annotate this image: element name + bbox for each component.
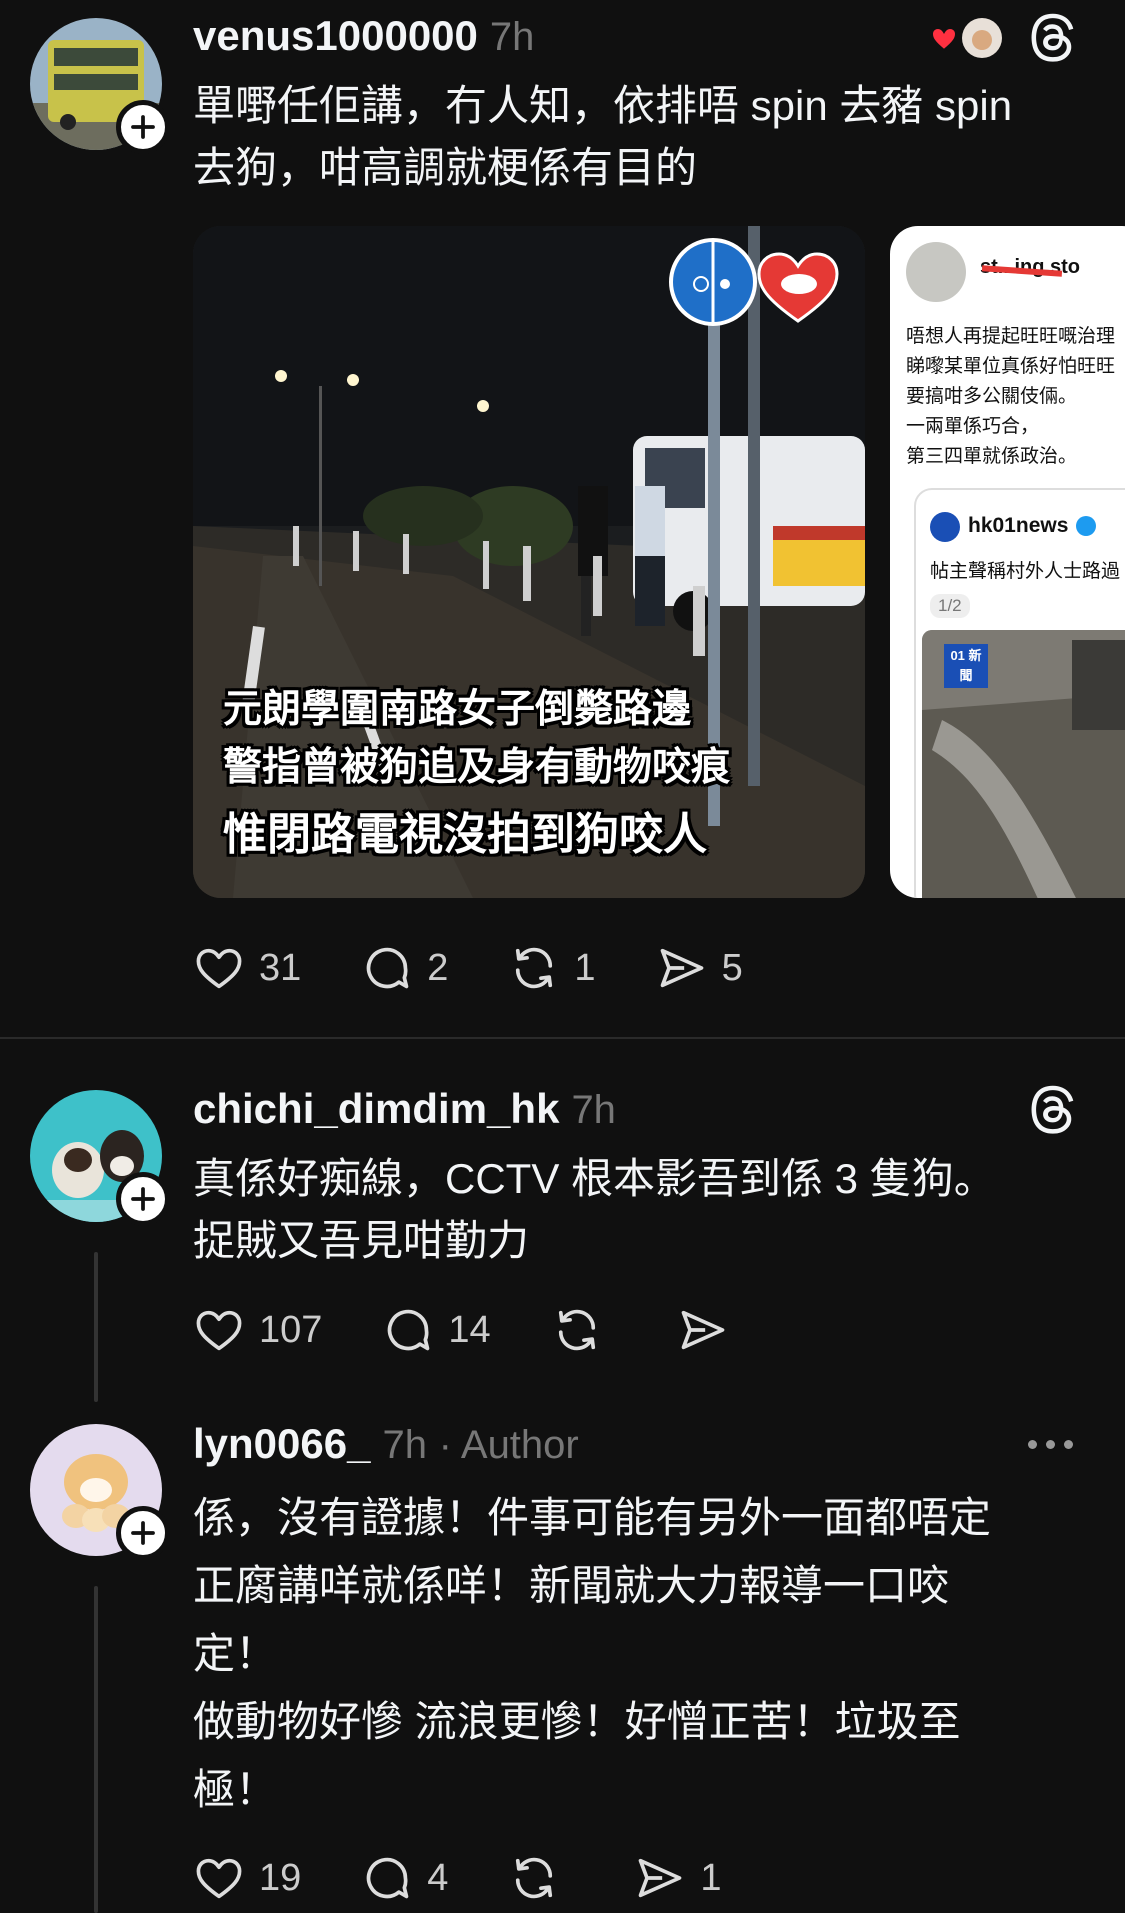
post-time: 7h <box>571 1088 616 1132</box>
heart-icon <box>193 1304 245 1356</box>
quoted-text: 帖主聲稱村外人士路過 <box>930 561 1121 582</box>
repost-button[interactable]: 1 <box>508 942 596 994</box>
repost-button[interactable] <box>508 1852 574 1904</box>
comment-icon <box>361 942 413 994</box>
card-line-2: 睇嚟某單位真係好怕旺旺 <box>906 356 1116 377</box>
post-lyn0066: lyn0066_ 7h · Author 係，沒有證據！件事可能有另外一面都唔定 … <box>0 1410 1125 1913</box>
post-actions: 19 4 1 <box>193 1848 782 1908</box>
reply-button[interactable]: 14 <box>382 1304 491 1356</box>
post-image-news[interactable]: 元朗學圍南路女子倒斃路邊 警指曾被狗追及身有動物咬痕 惟閉路電視沒拍到狗咬人 <box>193 226 865 898</box>
image-caption-line-1: 元朗學圍南路女子倒斃路邊 <box>223 688 692 731</box>
repost-icon <box>508 942 560 994</box>
reply-count: 4 <box>427 1856 449 1899</box>
image-caption-line-3: 惟閉路電視沒拍到狗咬人 <box>223 810 707 859</box>
post-chichi: chichi_dimdim_hk 7h 真係好痴線，CCTV 根本影吾到係 3 隻… <box>0 1040 1125 1410</box>
post-image-screenshot[interactable]: st...ing.sto 唔想人再提起旺旺嘅治理 睇嚟某單位真係好怕旺旺 要搞咁… <box>890 226 1125 898</box>
threads-logo-icon[interactable] <box>1025 10 1081 66</box>
follow-plus-icon[interactable] <box>116 1506 170 1560</box>
heart-icon <box>193 942 245 994</box>
share-icon <box>634 1852 686 1904</box>
reply-button[interactable]: 2 <box>361 942 448 994</box>
quoted-name: hk01news <box>968 514 1069 537</box>
post-actions: 107 14 <box>193 1300 803 1360</box>
share-button[interactable]: 5 <box>656 942 743 994</box>
share-button[interactable]: 1 <box>634 1852 722 1904</box>
post-time: 7h <box>489 15 535 59</box>
username[interactable]: lyn0066_ <box>193 1420 370 1467</box>
comment-icon <box>382 1304 434 1356</box>
reply-count: 14 <box>448 1308 491 1351</box>
like-count: 31 <box>259 946 302 989</box>
card-line-1: 唔想人再提起旺旺嘅治理 <box>906 326 1116 347</box>
post-text: 真係好痴線，CCTV 根本影吾到係 3 隻狗。 捉賊又吾見咁勤力 <box>193 1155 996 1264</box>
card-line-3: 要搞咁多公關伎倆。 <box>906 386 1078 407</box>
like-button[interactable]: 107 <box>193 1304 322 1356</box>
reply-count: 2 <box>427 946 449 989</box>
post-header: lyn0066_ 7h · Author <box>193 1420 579 1468</box>
thread-line <box>94 1252 98 1402</box>
post-text: 係，沒有證據！件事可能有另外一面都唔定 正腐講咩就係咩！新聞就大力報導一口咬 定… <box>193 1494 992 1813</box>
reply-button[interactable]: 4 <box>361 1852 448 1904</box>
image-caption-line-2: 警指曾被狗追及身有動物咬痕 <box>223 746 731 789</box>
quoted-image: 01 新聞 <box>922 630 1125 898</box>
comment-icon <box>361 1852 413 1904</box>
quoted-avatar <box>930 512 960 542</box>
author-badge: · Author <box>438 1423 579 1467</box>
heart-icon <box>193 1852 245 1904</box>
quoted-counter: 1/2 <box>930 594 970 618</box>
share-icon <box>656 942 708 994</box>
post-actions: 31 2 1 5 <box>193 938 803 998</box>
repost-button[interactable] <box>551 1304 617 1356</box>
card-avatar <box>906 242 966 302</box>
follow-plus-icon[interactable] <box>116 1172 170 1226</box>
like-button[interactable]: 31 <box>193 942 301 994</box>
follow-plus-icon[interactable] <box>116 100 170 154</box>
share-icon <box>677 1304 729 1356</box>
liked-by-indicator[interactable] <box>930 16 1006 66</box>
username[interactable]: venus1000000 <box>193 12 478 59</box>
share-button[interactable] <box>677 1304 743 1356</box>
post-divider <box>0 1037 1125 1039</box>
quoted-post: hk01news 帖主聲稱村外人士路過 1/2 01 新聞 <box>914 488 1125 898</box>
share-count: 1 <box>700 1856 722 1899</box>
verified-icon <box>1076 516 1096 536</box>
threads-logo-icon[interactable] <box>1025 1082 1081 1138</box>
like-count: 107 <box>259 1308 323 1351</box>
like-button[interactable]: 19 <box>193 1852 301 1904</box>
post-venus1000000: venus1000000 7h 單嘢任佢講，冇人知，依排唔 spin 去豬 spi… <box>0 0 1125 1037</box>
username[interactable]: chichi_dimdim_hk <box>193 1085 559 1132</box>
repost-count: 1 <box>574 946 596 989</box>
card-line-4: 一兩單係巧合， <box>906 416 1040 437</box>
post-header: venus1000000 7h <box>193 12 534 60</box>
repost-icon <box>551 1304 603 1356</box>
post-time: 7h <box>382 1423 427 1467</box>
repost-icon <box>508 1852 560 1904</box>
thread-line <box>94 1586 98 1913</box>
post-text: 單嘢任佢講，冇人知，依排唔 spin 去豬 spin 去狗，咁高調就梗係有目的 <box>193 82 1013 191</box>
more-icon[interactable] <box>1028 1440 1073 1449</box>
share-count: 5 <box>721 946 743 989</box>
news-logo: 01 新聞 <box>944 644 988 688</box>
like-count: 19 <box>259 1856 302 1899</box>
post-header: chichi_dimdim_hk 7h <box>193 1085 616 1133</box>
card-line-5: 第三四單就係政治。 <box>906 446 1078 467</box>
